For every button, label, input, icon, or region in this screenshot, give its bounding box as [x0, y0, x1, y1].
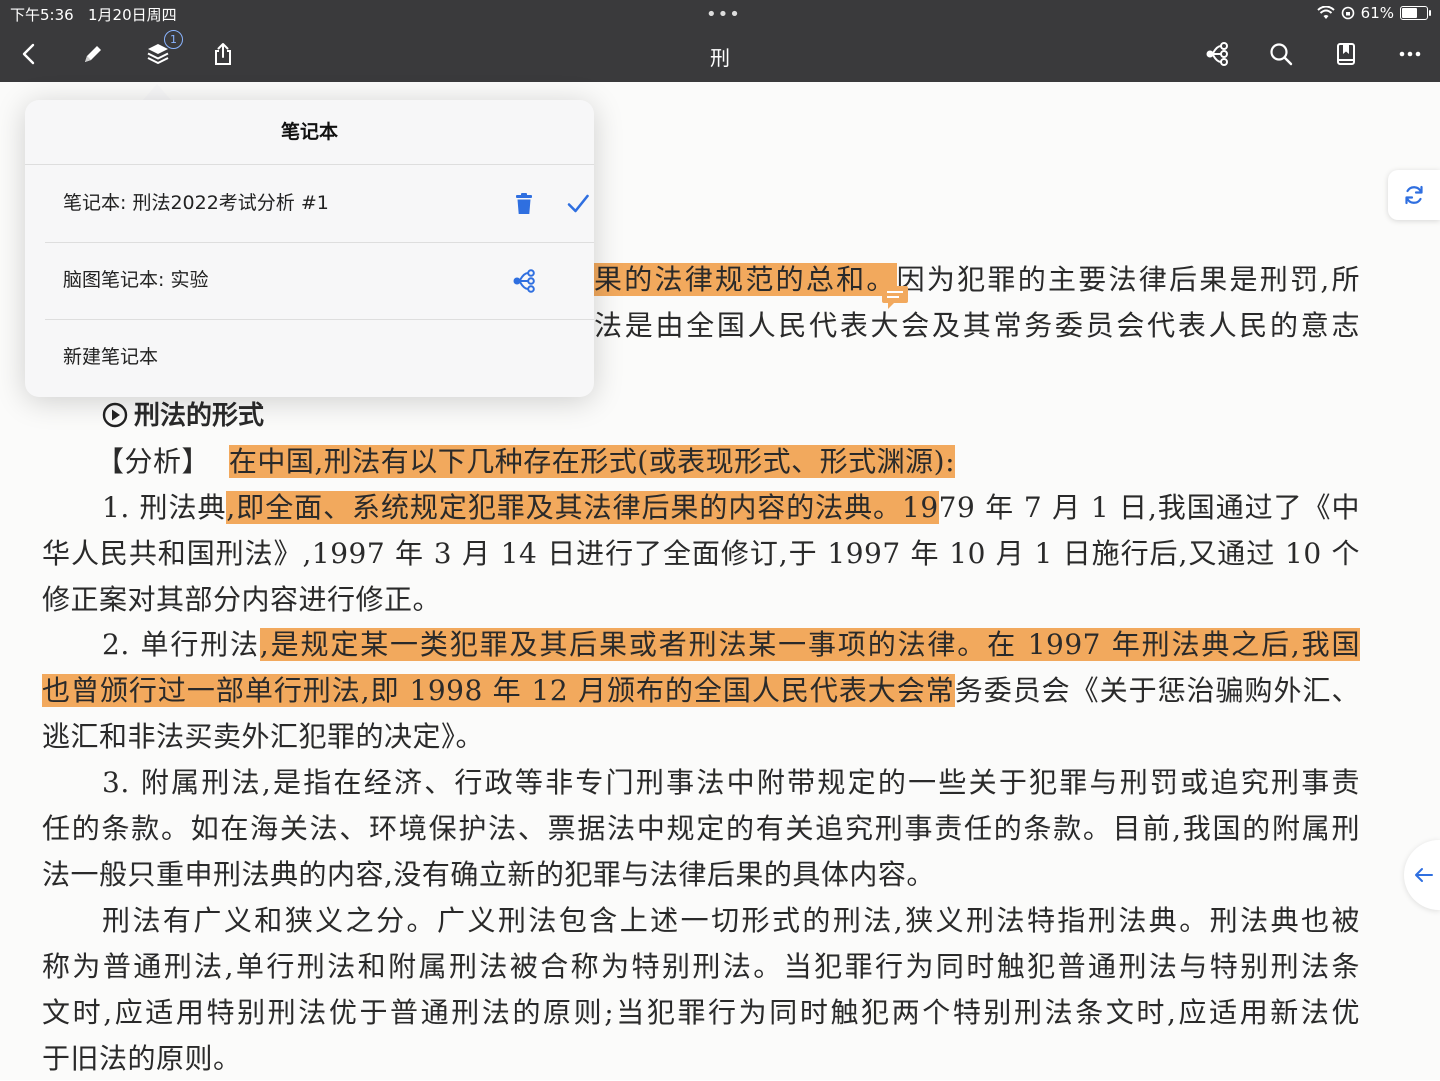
arrow-left-icon [1415, 868, 1433, 882]
text-line: 也曾颁行过一部单行刑法,即 1998 年 12 月颁布的全国人民代表大会常务委员… [42, 669, 1360, 713]
more-icon [1399, 51, 1421, 57]
text-line: 【分析】 在中国,刑法有以下几种存在形式(或表现形式、形式渊源): [96, 440, 1360, 484]
annotate-button[interactable] [75, 36, 111, 72]
search-button[interactable] [1263, 36, 1299, 72]
text-line: 称为普通刑法,单行刑法和附属刑法被合称为特别刑法。当犯罪行为同时触犯普通刑法与特… [42, 950, 1360, 983]
text-run: 1. 刑法典 [102, 491, 227, 524]
new-notebook-label: 新建笔记本 [63, 346, 159, 368]
top-toolbar: 下午5:36 1月20日周四 ••• 61% 1 刑 [0, 0, 1440, 82]
highlight[interactable]: ,是规定某一类犯罪及其后果或者刑法某一事项的法律。在 1997 年刑法典之后,我… [259, 628, 1360, 661]
play-circle-icon [102, 402, 128, 428]
search-icon [1270, 43, 1293, 66]
notebook-item[interactable]: 笔记本: 刑法2022考试分析 #1 [45, 165, 594, 243]
text-line: 3. 附属刑法,是指在经济、行政等非专门刑事法中附带规定的一些关于犯罪与刑罚或追… [102, 766, 1360, 799]
notebook-count-badge: 1 [164, 30, 183, 49]
text-line: 法一般只重申刑法典的内容,没有确立新的犯罪与法律后果的具体内容。 [42, 858, 935, 891]
text-line: 1. 刑法典,即全面、系统规定犯罪及其法律后果的内容的法典。1979 年 7 月… [102, 486, 1360, 530]
analysis-label: 【分析】 [96, 445, 211, 478]
text-run: 因为犯罪的主要法律后果是刑罚,所 [896, 263, 1360, 296]
section-title: 刑法的形式 [134, 401, 265, 431]
section-heading: 刑法的形式 [102, 394, 264, 438]
text-run: 79 年 7 月 1 日,我国通过了《中 [938, 491, 1360, 524]
sync-icon [1405, 185, 1423, 205]
trash-icon[interactable] [511, 191, 537, 217]
battery-percent: 61% [1360, 4, 1394, 22]
share-icon [215, 43, 231, 65]
multitask-dots[interactable]: ••• [706, 4, 741, 25]
battery-icon [1400, 6, 1431, 20]
text-run: 务委员会《关于惩治骗购外汇、 [954, 674, 1360, 707]
notebook-popover: 笔记本 笔记本: 刑法2022考试分析 #1 脑图笔记本: 实验 新建笔记本 [25, 100, 594, 397]
bookmark-icon [1337, 43, 1355, 65]
popover-title: 笔记本 [25, 100, 594, 165]
mindmap-icon [1206, 42, 1228, 66]
text-line: 任的条款。如在海关法、环境保护法、票据法中规定的有关追究刑事责任的条款。目前,我… [42, 812, 1360, 845]
text-line: 于旧法的原则。 [42, 1042, 242, 1075]
text-line: 果的法律规范的总和。因为犯罪的主要法律后果是刑罚,所 [594, 258, 1360, 302]
bookmarks-button[interactable] [1328, 36, 1364, 72]
wifi-icon [1316, 6, 1335, 19]
back-icon [22, 43, 35, 65]
mindmap-icon [513, 269, 535, 293]
pencil-icon [85, 46, 101, 62]
text-line: 文时,应适用特别刑法优于普通刑法的原则;当犯罪行为同时触犯两个特别刑法条文时,应… [42, 996, 1360, 1029]
status-date: 1月20日周四 [88, 6, 177, 24]
notebook-item[interactable]: 脑图笔记本: 实验 [45, 242, 594, 320]
highlight[interactable]: 也曾颁行过一部单行刑法,即 1998 年 12 月颁布的全国人民代表大会常 [42, 674, 955, 707]
highlight[interactable]: 果的法律规范的总和。 [594, 263, 897, 296]
text-line: 修正案对其部分内容进行修正。 [42, 583, 442, 616]
comment-note-icon[interactable] [880, 284, 910, 310]
status-bar-right: 61% [1316, 4, 1431, 22]
highlight[interactable]: 在中国,刑法有以下几种存在形式(或表现形式、形式渊源): [228, 445, 956, 478]
text-line: 逃汇和非法买卖外汇犯罪的决定》。 [42, 720, 485, 753]
status-bar-time: 下午5:36 1月20日周四 [10, 4, 177, 25]
rotation-lock-icon [1341, 6, 1354, 20]
highlight[interactable]: ,即全面、系统规定犯罪及其法律后果的内容的法典。19 [226, 491, 939, 524]
mindmap-button[interactable] [1199, 36, 1235, 72]
text-line: 华人民共和国刑法》,1997 年 3 月 14 日进行了全面修订,于 1997 … [42, 537, 1360, 570]
notebook-item-label: 笔记本: 刑法2022考试分析 #1 [63, 192, 329, 214]
back-button[interactable] [12, 36, 48, 72]
checkmark-icon [567, 194, 589, 213]
more-button[interactable] [1392, 36, 1428, 72]
text-line: 法是由全国人民代表大会及其常务委员会代表人民的意志 [594, 309, 1360, 342]
popover-arrow [143, 84, 171, 100]
new-notebook-item[interactable]: 新建笔记本 [45, 319, 594, 396]
sync-button[interactable] [1388, 170, 1440, 220]
text-run: 2. 单行刑法 [102, 628, 260, 661]
share-button[interactable] [205, 36, 241, 72]
notebook-item-label: 脑图笔记本: 实验 [63, 269, 209, 291]
status-time: 下午5:36 [10, 6, 74, 24]
text-line: 2. 单行刑法,是规定某一类犯罪及其后果或者刑法某一事项的法律。在 1997 年… [102, 623, 1360, 667]
text-line: 刑法有广义和狭义之分。广义刑法包含上述一切形式的刑法,狭义刑法特指刑法典。刑法典… [102, 904, 1360, 937]
